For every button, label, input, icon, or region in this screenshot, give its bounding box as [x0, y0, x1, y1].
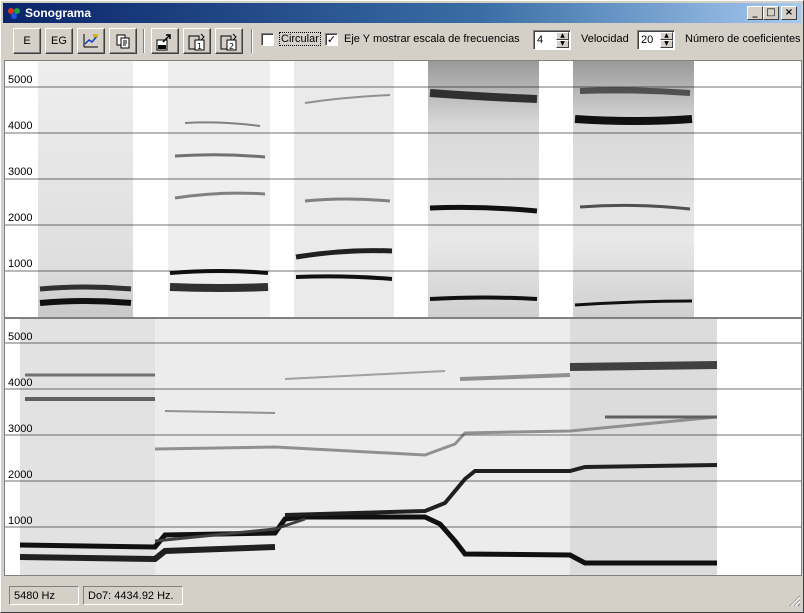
spin-up-icon[interactable]: ▲: [660, 32, 673, 40]
chart-edit-button[interactable]: [77, 28, 105, 54]
frequency-readout: 5480 Hz: [9, 586, 79, 605]
spin-up-icon[interactable]: ▲: [556, 32, 569, 40]
toolbar-separator: [143, 29, 145, 53]
export-icon: [156, 34, 171, 51]
e-button[interactable]: E: [13, 28, 41, 54]
velocidad-spinner[interactable]: 20 ▲ ▼: [637, 30, 675, 50]
close-button[interactable]: ×: [781, 6, 797, 20]
bottom-tick-label: 3000: [8, 423, 32, 435]
top-tick-label: 3000: [8, 166, 32, 178]
window-title: Sonograma: [25, 6, 92, 20]
sonogram-window: Sonograma _ □ × E EG 1 2 Circular ✓ Eje …: [0, 0, 804, 613]
status-bar: 5480 Hz Do7: 4434.92 Hz.: [3, 583, 801, 607]
svg-text:1: 1: [197, 42, 202, 51]
svg-text:2: 2: [229, 42, 234, 51]
top-tick-label: 1000: [8, 258, 32, 270]
scale-spinner[interactable]: 4 ▲ ▼: [533, 30, 571, 50]
bottom-tick-label: 5000: [8, 331, 32, 343]
resize-grip-icon[interactable]: [787, 593, 801, 607]
top-tick-label: 4000: [8, 120, 32, 132]
bottom-tick-label: 2000: [8, 469, 32, 481]
export-button[interactable]: [151, 28, 179, 54]
paste-1-button[interactable]: 1: [183, 28, 211, 54]
app-icon: [8, 8, 20, 19]
title-bar[interactable]: Sonograma _ □ ×: [3, 3, 801, 23]
chart-edit-icon: [83, 34, 98, 48]
top-tick-label: 2000: [8, 212, 32, 224]
top-tick-label: 5000: [8, 74, 32, 86]
bottom-sonogram-canvas: 5000 4000 3000 2000 1000: [5, 319, 801, 575]
note-readout: Do7: 4434.92 Hz.: [83, 586, 183, 605]
bottom-sonogram[interactable]: 5000 4000 3000 2000 1000: [4, 318, 802, 576]
bottom-tick-label: 4000: [8, 377, 32, 389]
paste-2-icon: 2: [220, 33, 237, 51]
spin-down-icon[interactable]: ▼: [660, 40, 673, 48]
circular-label[interactable]: Circular: [279, 32, 321, 46]
bottom-tick-label: 1000: [8, 515, 32, 527]
top-sonogram[interactable]: 5000 4000 3000 2000 1000: [4, 60, 802, 318]
toolbar: E EG 1 2 Circular ✓ Eje Y mostrar escala…: [3, 25, 801, 57]
eje-y-label[interactable]: Eje Y mostrar escala de frecuencias: [344, 33, 520, 45]
circular-checkbox[interactable]: [261, 33, 274, 46]
eje-y-checkbox[interactable]: ✓: [325, 33, 338, 46]
coeficientes-label: Número de coeficientes: [685, 33, 801, 45]
velocidad-label: Velocidad: [581, 33, 629, 45]
scale-value[interactable]: 4: [537, 34, 543, 46]
velocidad-value[interactable]: 20: [641, 34, 653, 46]
maximize-button[interactable]: □: [763, 6, 779, 20]
copy-icon: [116, 34, 130, 49]
top-sonogram-canvas: 5000 4000 3000 2000 1000: [5, 61, 801, 317]
paste-1-icon: 1: [188, 33, 205, 51]
toolbar-separator: [251, 29, 253, 53]
eg-button[interactable]: EG: [45, 28, 73, 54]
copy-button[interactable]: [109, 28, 137, 54]
spin-down-icon[interactable]: ▼: [556, 40, 569, 48]
minimize-button[interactable]: _: [747, 6, 763, 20]
paste-2-button[interactable]: 2: [215, 28, 243, 54]
